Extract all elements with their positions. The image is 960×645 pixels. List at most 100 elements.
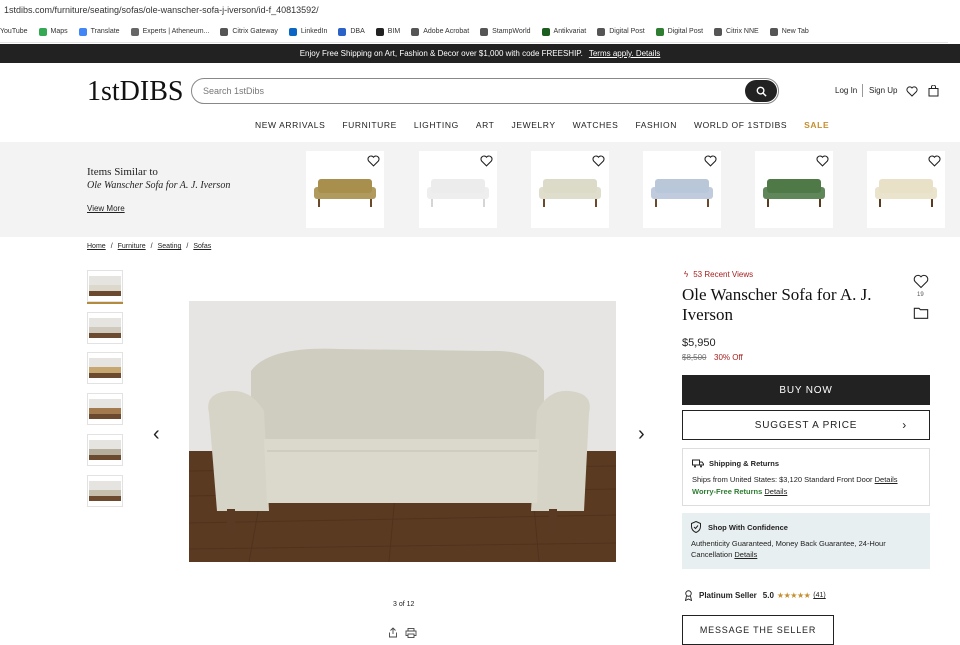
nav-item[interactable]: JEWELRY [511,120,555,130]
main-product-image[interactable] [189,301,616,562]
breadcrumb-separator: / [186,243,189,250]
similar-item-card[interactable] [755,151,833,228]
nav-item[interactable]: WATCHES [573,120,619,130]
prev-image-arrow[interactable]: ‹ [153,423,160,446]
nav-item[interactable]: SALE [804,120,829,130]
chevron-right-icon: › [902,418,907,432]
breadcrumb-link[interactable]: Home [87,243,106,250]
bookmark-item[interactable]: YouTube [0,28,28,36]
similar-item-card[interactable] [419,151,497,228]
sofa-thumbnail [539,179,601,207]
bookmark-label: Citrix Gateway [232,28,278,35]
heart-icon[interactable] [592,155,605,167]
nav-item[interactable]: ART [476,120,495,130]
bookmark-label: Adobe Acrobat [423,28,470,35]
bookmark-item[interactable]: Digital Post [655,27,704,36]
heart-icon[interactable] [367,155,380,167]
breadcrumb-separator: / [110,243,113,250]
selected-thumb-indicator [87,302,123,304]
bookmark-icon [769,27,778,36]
favorite-heart-icon[interactable] [913,274,929,294]
signup-link[interactable]: Sign Up [869,86,897,95]
promo-text: Enjoy Free Shipping on Art, Fashion & De… [299,49,583,58]
promo-banner: Enjoy Free Shipping on Art, Fashion & De… [0,44,960,63]
sofa-thumbnail [651,179,713,207]
bookmark-item[interactable]: Translate [78,27,120,36]
bookmark-item[interactable]: Maps [38,27,68,36]
heart-icon[interactable] [928,155,941,167]
bookmark-item[interactable]: Antikvariat [541,27,586,36]
heart-icon[interactable] [704,155,717,167]
bookmark-item[interactable]: Experts | Atheneum... [130,27,209,36]
next-image-arrow[interactable]: › [638,423,645,446]
search-input[interactable]: Search 1stDibs [191,78,779,104]
shield-icon [691,521,701,533]
bookmark-icon [714,27,723,36]
bookmark-label: Maps [50,28,68,35]
shipping-heading: Shipping & Returns [709,459,779,468]
bookmark-item[interactable]: Citrix NNE [714,27,759,36]
nav-item[interactable]: FURNITURE [342,120,397,130]
bookmark-label: Citrix NNE [726,28,759,35]
bookmark-item[interactable]: Adobe Acrobat [411,27,470,36]
folder-icon[interactable] [913,306,929,325]
bookmark-label: YouTube [0,28,28,35]
shipping-details-link[interactable]: Details [875,475,898,484]
similar-item-card[interactable] [531,151,609,228]
breadcrumb-link[interactable]: Sofas [193,243,211,250]
promo-link[interactable]: Terms apply. Details [589,49,660,58]
returns-details-link[interactable]: Details [764,487,787,496]
shopping-bag-icon[interactable] [928,84,939,102]
bookmark-label: Translate [90,28,120,35]
bookmark-label: LinkedIn [300,28,328,35]
bookmark-label: Digital Post [609,28,645,35]
heart-icon[interactable] [480,155,493,167]
search-icon [756,86,767,97]
discount-badge: 30% Off [714,353,743,362]
bookmark-item[interactable]: Digital Post [597,27,645,36]
login-link[interactable]: Log In [835,86,857,95]
bookmark-item[interactable]: StampWorld [480,27,531,36]
bookmark-icon [130,27,139,36]
favorite-count: 19 [917,292,924,298]
nav-item[interactable]: NEW ARRIVALS [255,120,325,130]
confidence-heading: Shop With Confidence [708,523,788,532]
product-title: Ole Wanscher Sofa for A. J. Iverson [682,285,872,324]
bookmark-label: Digital Post [667,28,704,35]
seller-reviews-link[interactable]: (41) [813,592,825,599]
share-icon[interactable] [388,625,398,643]
bookmark-item[interactable]: New Tab [769,27,809,36]
heart-icon[interactable] [816,155,829,167]
view-more-link[interactable]: View More [87,204,125,213]
address-bar[interactable]: 1stdibs.com/furniture/seating/sofas/ole-… [0,0,960,21]
bookmark-label: New Tab [781,28,809,35]
bookmark-item[interactable]: Citrix Gateway [220,27,278,36]
gallery-thumbnail[interactable] [87,352,123,384]
gallery-thumbnail[interactable] [87,434,123,466]
gallery-thumbnail[interactable] [87,312,123,344]
nav-item[interactable]: FASHION [635,120,677,130]
nav-item[interactable]: WORLD OF 1STDIBS [694,120,787,130]
site-logo[interactable]: 1stDIBS [87,76,183,108]
gallery-thumbnail[interactable] [87,270,123,302]
print-icon[interactable] [405,625,417,643]
bookmark-item[interactable]: BIM [375,27,400,36]
breadcrumb-link[interactable]: Furniture [118,243,146,250]
suggest-price-button[interactable]: SUGGEST A PRICE › [682,410,930,440]
search-button[interactable] [745,80,777,102]
main-nav: NEW ARRIVALS FURNITURE LIGHTING ART JEWELRY W… [255,120,846,130]
favorites-heart-icon[interactable] [906,84,918,102]
similar-item-card[interactable] [306,151,384,228]
nav-item[interactable]: LIGHTING [414,120,459,130]
bookmark-item[interactable]: LinkedIn [288,27,328,36]
returns-text: Worry-Free Returns Details [692,487,788,496]
confidence-text: Authenticity Guaranteed, Money Back Guar… [691,539,886,559]
gallery-thumbnail[interactable] [87,475,123,507]
buy-now-button[interactable]: BUY NOW [682,375,930,405]
confidence-details-link[interactable]: Details [734,550,757,559]
breadcrumb-link[interactable]: Seating [158,243,182,250]
bookmark-item[interactable]: DBA [338,27,365,36]
similar-item-card[interactable] [867,151,945,228]
similar-item-card[interactable] [643,151,721,228]
gallery-thumbnail[interactable] [87,393,123,425]
